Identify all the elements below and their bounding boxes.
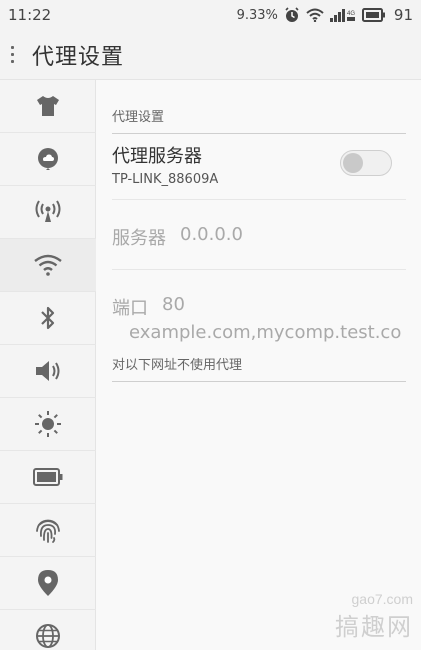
location-icon	[38, 570, 58, 596]
toggle-knob	[343, 153, 363, 173]
battery-status-icon	[361, 8, 386, 22]
app-bar: 代理设置	[0, 30, 421, 80]
sidebar-item-display[interactable]	[0, 398, 96, 451]
proxy-server-row[interactable]: 代理服务器 TP-LINK_88609A	[112, 142, 406, 200]
sidebar-item-battery[interactable]	[0, 451, 96, 504]
watermark: gao7.com 搞趣网	[335, 591, 413, 642]
sidebar-item-fingerprint[interactable]	[0, 504, 96, 557]
screen: 11:22 9.33% 4G 91 代理设置 代理设置 代理服务器 TP-LIN…	[0, 0, 421, 650]
status-time: 11:22	[8, 6, 52, 24]
shirt-icon	[37, 96, 59, 116]
sidebar-item-cloud[interactable]	[0, 133, 96, 186]
page-title: 代理设置	[32, 44, 125, 70]
brightness-icon	[35, 411, 61, 437]
fingerprint-icon	[36, 519, 60, 543]
port-label: 端口	[112, 298, 148, 319]
section-header-exclusion: 对以下网址不使用代理	[112, 354, 406, 382]
bluetooth-icon	[41, 306, 55, 330]
signal-icon: 4G	[329, 8, 356, 22]
sidebar-item-network[interactable]	[0, 610, 96, 650]
proxy-settings-panel: 代理设置 代理服务器 TP-LINK_88609A 服务器 0.0.0.0 端口…	[96, 80, 421, 650]
sidebar-item-wlan[interactable]	[0, 239, 96, 292]
watermark-url: gao7.com	[351, 591, 413, 607]
settings-sidebar	[0, 80, 96, 650]
network-type: 4G	[347, 11, 355, 17]
speaker-icon	[36, 361, 60, 381]
status-icons: 9.33% 4G 91	[237, 6, 413, 24]
sidebar-item-location[interactable]	[0, 557, 96, 610]
wifi-icon	[34, 254, 62, 276]
sidebar-item-bluetooth[interactable]	[0, 292, 96, 345]
network-speed: 9.33%	[236, 7, 278, 23]
globe-icon	[36, 624, 60, 648]
sidebar-item-sound[interactable]	[0, 345, 96, 398]
watermark-brand: 搞趣网	[335, 613, 413, 641]
section-header-proxy: 代理设置	[112, 106, 406, 134]
exclusion-list-input[interactable]: example.com,mycomp.test.co	[129, 322, 401, 343]
port-value: 80	[162, 294, 185, 315]
server-label: 服务器	[112, 228, 166, 249]
hotspot-icon	[35, 200, 61, 222]
server-value: 0.0.0.0	[180, 224, 243, 245]
cloud-icon	[38, 148, 58, 170]
server-row[interactable]: 服务器 0.0.0.0	[112, 200, 406, 270]
status-bar: 11:22 9.33% 4G 91	[0, 0, 421, 30]
menu-icon[interactable]	[10, 45, 26, 65]
battery-level: 91	[393, 6, 413, 24]
alarm-icon	[284, 7, 300, 23]
sidebar-item-hotspot[interactable]	[0, 186, 96, 239]
sidebar-item-personalize[interactable]	[0, 80, 96, 133]
battery-icon	[33, 468, 63, 486]
proxy-toggle[interactable]	[340, 150, 392, 176]
wifi-status-icon	[306, 8, 324, 22]
